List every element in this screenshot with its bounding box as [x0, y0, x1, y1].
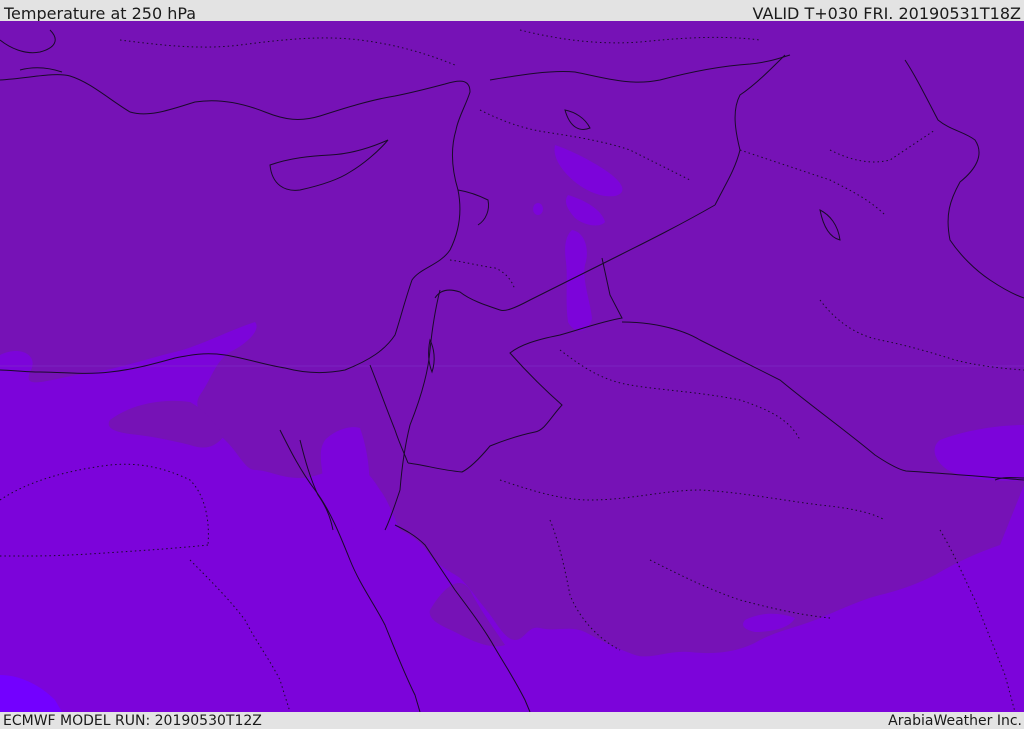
map-title: Temperature at 250 hPa	[4, 3, 197, 23]
footer-bar: ECMWF MODEL RUN: 20190530T12Z ArabiaWeat…	[0, 712, 1024, 729]
map-canvas	[0, 21, 1024, 712]
model-run-label: ECMWF MODEL RUN: 20190530T12Z	[3, 712, 262, 729]
valid-time-label: VALID T+030 FRI. 20190531T18Z	[752, 3, 1021, 23]
cool-patch-small	[533, 203, 543, 215]
header-bar: Temperature at 250 hPa VALID T+030 FRI. …	[0, 0, 1024, 21]
temperature-map[interactable]	[0, 21, 1024, 712]
credit-label: ArabiaWeather Inc.	[888, 712, 1022, 729]
